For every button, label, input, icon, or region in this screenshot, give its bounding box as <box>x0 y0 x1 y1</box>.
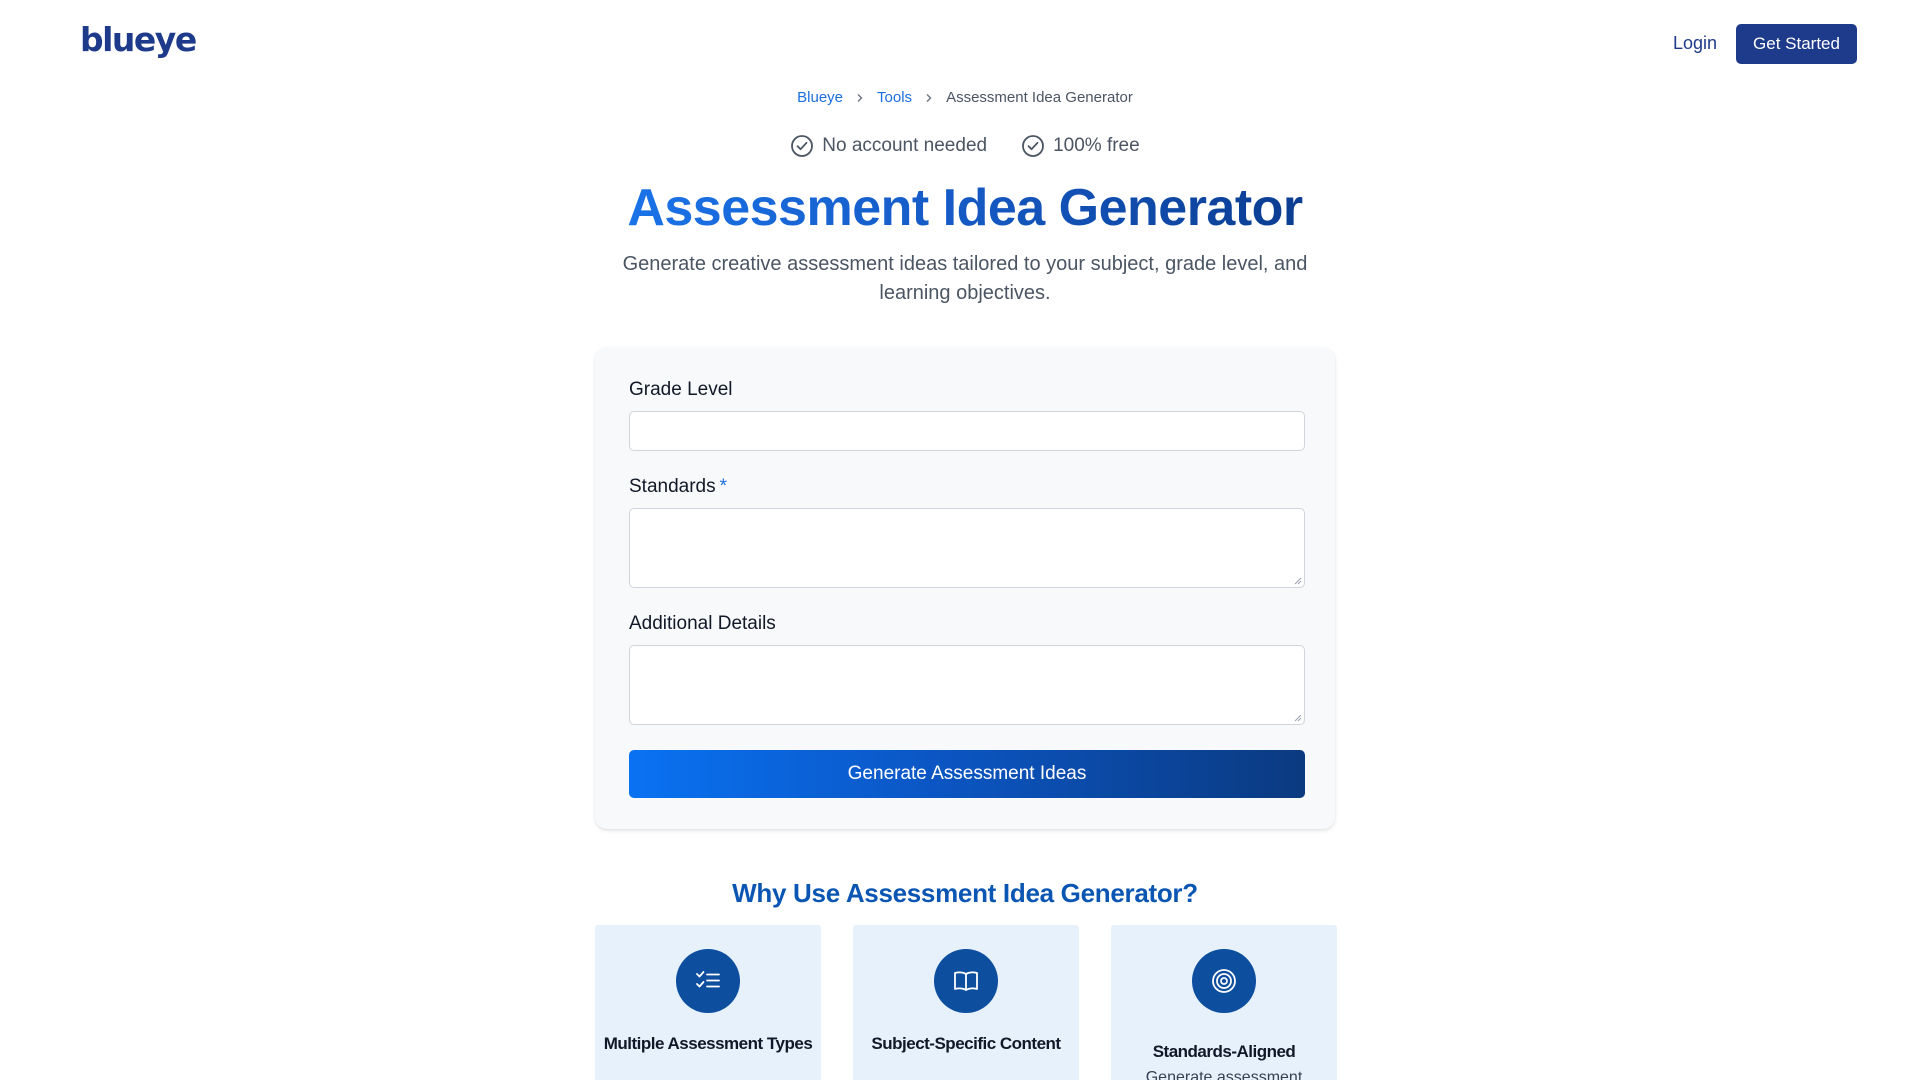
badge-no-account: No account needed <box>790 134 987 158</box>
site-header: blueye Login Get Started <box>0 0 1920 88</box>
feature-title: Subject-Specific Content <box>871 1034 1061 1053</box>
badge-free: 100% free <box>1021 134 1140 158</box>
additional-details-textarea[interactable] <box>629 645 1305 725</box>
resize-handle-icon[interactable] <box>1294 714 1302 722</box>
required-marker: * <box>719 476 728 497</box>
badge-label: No account needed <box>822 135 988 156</box>
feature-description: Generate assessment <box>1145 1069 1303 1080</box>
breadcrumb: Blueye Tools Assessment Idea Generator <box>0 89 1920 106</box>
blueye-logo[interactable]: blueye <box>80 20 197 59</box>
page-subtitle: Generate creative assessment ideas tailo… <box>622 253 1308 304</box>
grade-level-label: Grade Level <box>629 379 733 400</box>
get-started-button[interactable]: Get Started <box>1736 24 1857 64</box>
why-section-title: Why Use Assessment Idea Generator? <box>732 878 1198 908</box>
feature-icon-circle <box>1192 949 1256 1013</box>
breadcrumb-blueye[interactable]: Blueye <box>797 89 843 106</box>
feature-card-standards-aligned: Standards-Aligned Generate assessment <box>1111 925 1337 1080</box>
grade-level-input[interactable] <box>629 411 1305 451</box>
standards-label: Standards * <box>629 476 728 497</box>
feature-title: Standards-Aligned <box>1152 1042 1296 1061</box>
feature-icon-circle <box>934 949 998 1013</box>
page-title: Assessment Idea Generator <box>627 179 1303 237</box>
breadcrumb-tools[interactable]: Tools <box>877 89 912 106</box>
generate-button[interactable]: Generate Assessment Ideas <box>629 750 1305 798</box>
chevron-right-icon <box>855 90 865 106</box>
chevron-right-icon <box>924 90 934 106</box>
checklist-icon <box>696 971 720 988</box>
feature-card-multiple-types: Multiple Assessment Types <box>595 925 821 1080</box>
open-book-icon <box>954 971 978 991</box>
target-icon <box>1212 969 1236 993</box>
login-link[interactable]: Login <box>1673 33 1717 54</box>
feature-card-subject-specific: Subject-Specific Content <box>853 925 1079 1080</box>
generator-form: Grade Level Standards * Additional Detail… <box>595 347 1335 829</box>
benefit-badges: No account needed 100% free <box>0 134 1920 158</box>
feature-title: Multiple Assessment Types <box>603 1034 813 1053</box>
check-circle-icon <box>1022 135 1044 157</box>
breadcrumb-current: Assessment Idea Generator <box>946 89 1133 106</box>
feature-icon-circle <box>676 949 740 1013</box>
check-circle-icon <box>791 135 814 157</box>
additional-details-label: Additional Details <box>629 613 776 634</box>
badge-label: 100% free <box>1053 135 1140 156</box>
standards-textarea[interactable] <box>629 508 1305 588</box>
resize-handle-icon[interactable] <box>1294 577 1302 585</box>
